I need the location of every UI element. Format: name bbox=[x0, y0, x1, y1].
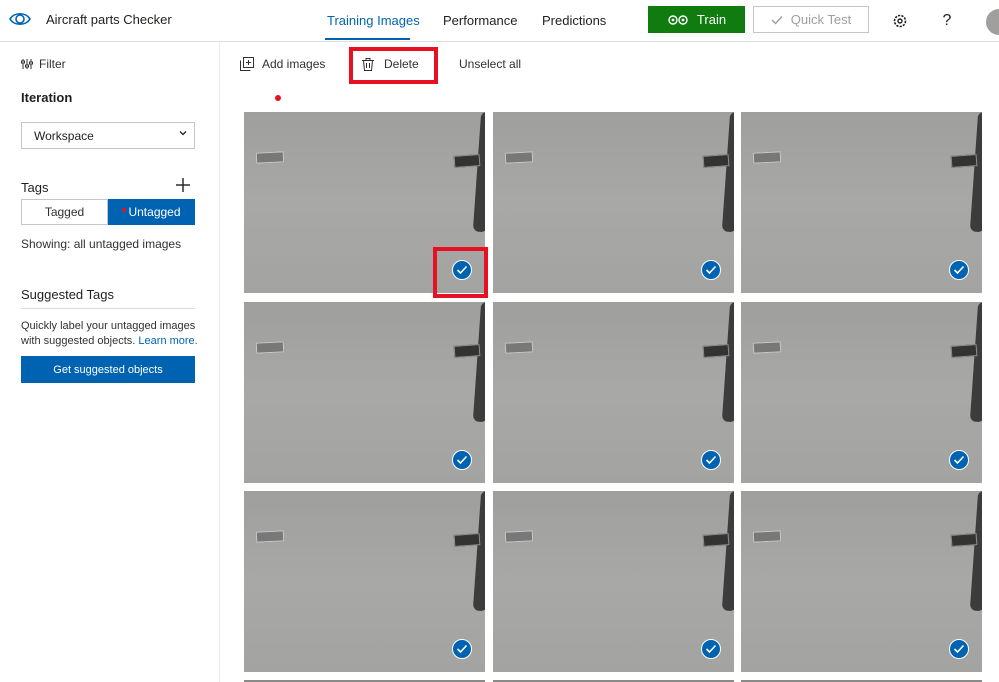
photo-part-right bbox=[453, 344, 481, 358]
untagged-dot-icon bbox=[122, 208, 127, 212]
train-label: Train bbox=[696, 12, 727, 27]
photo-bar bbox=[472, 302, 485, 423]
image-tile[interactable] bbox=[741, 491, 982, 672]
tagged-label: Tagged bbox=[44, 205, 85, 219]
image-tile[interactable] bbox=[493, 302, 734, 483]
iteration-value: Workspace bbox=[34, 129, 94, 143]
image-tile[interactable] bbox=[244, 491, 485, 672]
help-button[interactable]: ? bbox=[936, 10, 958, 32]
selected-check-icon[interactable] bbox=[701, 639, 721, 659]
add-images-button[interactable]: Add images bbox=[240, 57, 325, 71]
selected-check-icon[interactable] bbox=[701, 450, 721, 470]
photo-part-right bbox=[453, 154, 481, 168]
app-title[interactable]: Aircraft parts Checker bbox=[46, 12, 172, 27]
photo-bar bbox=[472, 491, 485, 612]
image-tile[interactable] bbox=[493, 491, 734, 672]
photo-bar bbox=[721, 302, 734, 423]
add-images-label: Add images bbox=[262, 57, 326, 71]
filter-button[interactable]: Filter bbox=[21, 57, 66, 71]
unselect-all-button[interactable]: Unselect all bbox=[459, 57, 521, 71]
image-tile[interactable] bbox=[741, 112, 982, 293]
photo-bar bbox=[969, 302, 982, 423]
photo-part-left bbox=[255, 151, 285, 164]
suggested-description: Quickly label your untagged images with … bbox=[21, 319, 201, 349]
top-bar: Aircraft parts Checker Training Images P… bbox=[0, 0, 999, 42]
quick-test-label: Quick Test bbox=[790, 12, 852, 27]
get-suggested-objects-button[interactable]: Get suggested objects bbox=[21, 356, 195, 383]
add-image-icon bbox=[240, 57, 254, 71]
delete-highlight-box bbox=[349, 47, 438, 84]
tab-training-images[interactable]: Training Images bbox=[327, 13, 420, 28]
quick-test-button[interactable]: Quick Test bbox=[753, 6, 869, 33]
filter-label: Filter bbox=[39, 57, 66, 71]
settings-button[interactable] bbox=[889, 10, 911, 32]
photo-bar bbox=[969, 491, 982, 612]
photo-part-right bbox=[950, 154, 978, 168]
untagged-label: Untagged bbox=[128, 205, 181, 219]
photo-part-left bbox=[255, 341, 285, 354]
photo-bar bbox=[969, 112, 982, 233]
photo-part-left bbox=[255, 530, 285, 543]
add-tag-icon[interactable] bbox=[176, 178, 190, 192]
selected-check-icon[interactable] bbox=[701, 260, 721, 280]
photo-part-left bbox=[752, 530, 782, 543]
untagged-toggle[interactable]: Untagged bbox=[108, 199, 195, 225]
iteration-heading: Iteration bbox=[21, 90, 73, 105]
checkbox-highlight-box bbox=[433, 247, 488, 298]
photo-part-right bbox=[950, 344, 978, 358]
eye-logo-icon[interactable] bbox=[9, 8, 31, 30]
tagged-toggle[interactable]: Tagged bbox=[21, 199, 108, 225]
selected-check-icon[interactable] bbox=[452, 639, 472, 659]
photo-part-right bbox=[453, 533, 481, 547]
checkmark-icon bbox=[771, 15, 783, 25]
photo-part-left bbox=[504, 530, 534, 543]
suggested-tags-heading: Suggested Tags bbox=[21, 287, 114, 302]
status-dot bbox=[275, 95, 281, 101]
iteration-select[interactable]: Workspace bbox=[21, 122, 195, 149]
image-tile[interactable] bbox=[493, 112, 734, 293]
photo-part-left bbox=[752, 151, 782, 164]
photo-bar bbox=[721, 491, 734, 612]
active-tab-indicator bbox=[325, 38, 410, 40]
learn-more-link[interactable]: Learn more. bbox=[138, 335, 197, 347]
tab-predictions[interactable]: Predictions bbox=[542, 13, 606, 28]
photo-bar bbox=[472, 112, 485, 233]
photo-part-right bbox=[950, 533, 978, 547]
train-button[interactable]: Train bbox=[648, 6, 745, 33]
photo-part-left bbox=[504, 341, 534, 354]
showing-text: Showing: all untagged images bbox=[21, 237, 182, 251]
sidebar: Filter Iteration Workspace Tags Tagged U… bbox=[0, 42, 220, 682]
selected-check-icon[interactable] bbox=[949, 260, 969, 280]
photo-part-left bbox=[504, 151, 534, 164]
selected-check-icon[interactable] bbox=[452, 450, 472, 470]
gear-icon bbox=[893, 14, 907, 28]
photo-part-right bbox=[702, 154, 730, 168]
chevron-down-icon bbox=[179, 131, 187, 136]
photo-bar bbox=[721, 112, 734, 233]
unselect-all-label: Unselect all bbox=[459, 57, 522, 71]
divider bbox=[21, 308, 195, 309]
gears-icon bbox=[668, 14, 688, 25]
photo-part-right bbox=[702, 344, 730, 358]
photo-part-left bbox=[752, 341, 782, 354]
selected-check-icon[interactable] bbox=[949, 639, 969, 659]
image-tile[interactable] bbox=[741, 302, 982, 483]
tags-heading: Tags bbox=[21, 180, 49, 195]
avatar[interactable] bbox=[986, 9, 999, 35]
selected-check-icon[interactable] bbox=[949, 450, 969, 470]
tab-performance[interactable]: Performance bbox=[443, 13, 517, 28]
image-tile[interactable] bbox=[244, 302, 485, 483]
filter-sliders-icon bbox=[21, 59, 33, 69]
photo-part-right bbox=[702, 533, 730, 547]
